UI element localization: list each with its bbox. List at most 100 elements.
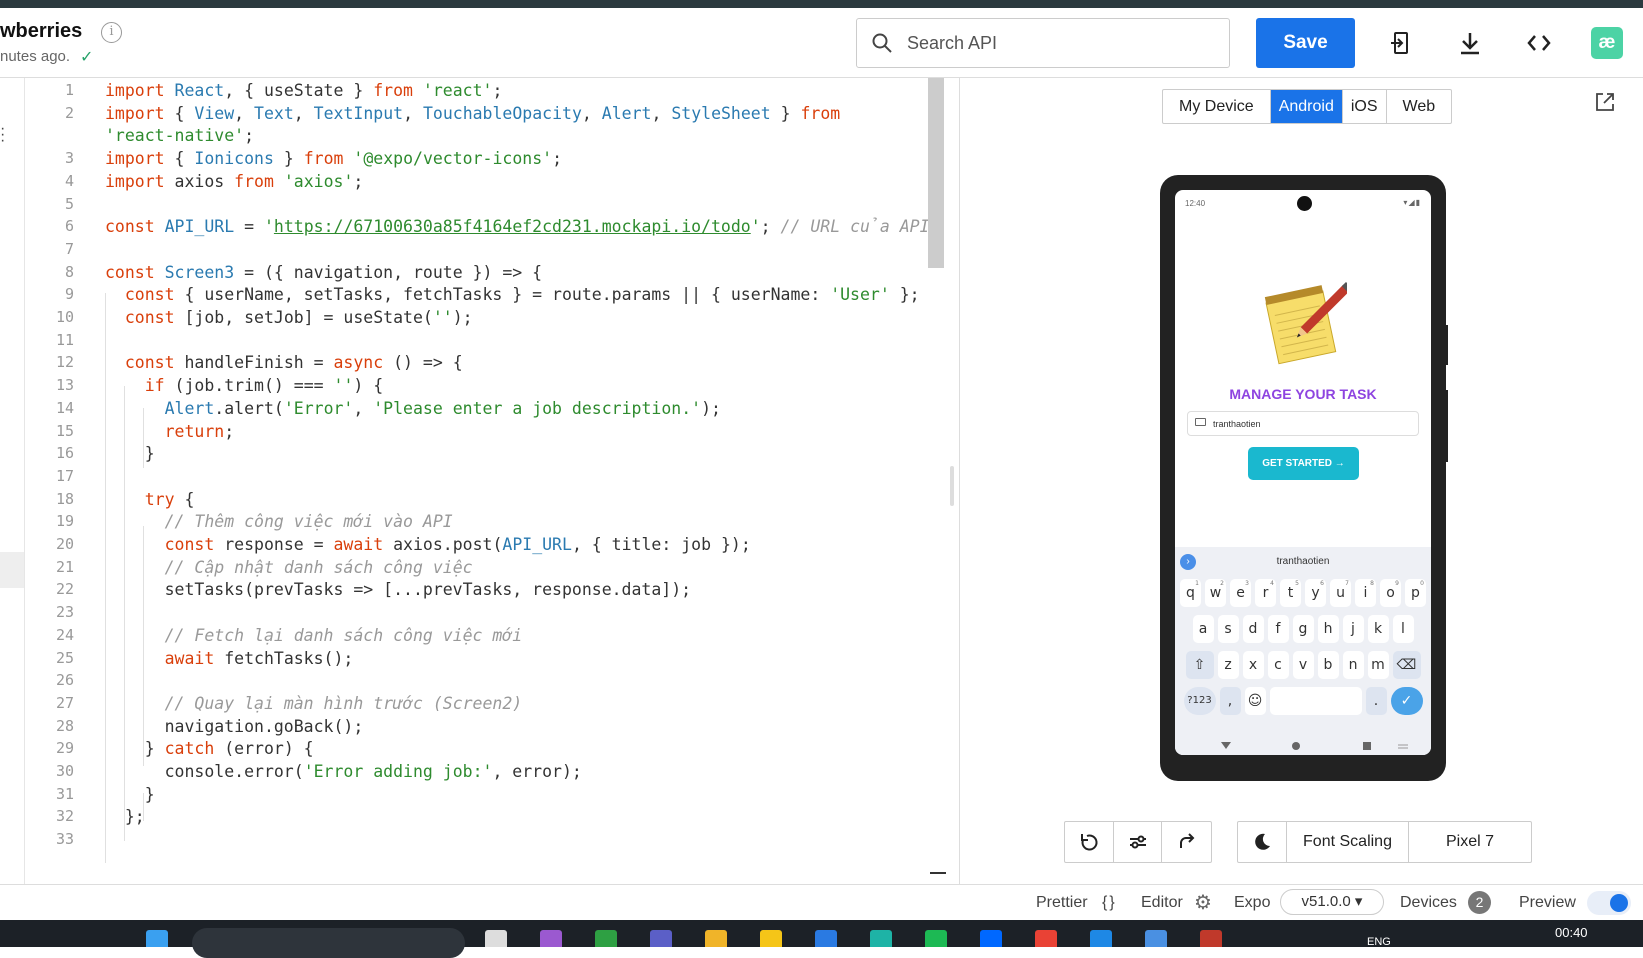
key-u[interactable]: u7 (1330, 579, 1351, 607)
app-icon[interactable] (485, 930, 507, 947)
key-k[interactable]: k (1367, 615, 1389, 643)
code-line[interactable]: 32 }; (0, 805, 928, 829)
tab-android[interactable]: Android (1270, 90, 1343, 123)
code-line[interactable]: 15 return; (0, 420, 928, 444)
key-g[interactable]: g (1292, 615, 1314, 643)
code-line[interactable]: 14 Alert.alert('Error', 'Please enter a … (0, 397, 928, 421)
code-line[interactable]: 33 (0, 828, 928, 852)
code-line[interactable]: 11 (0, 329, 928, 353)
project-title[interactable]: wberries (0, 20, 82, 43)
edge-icon[interactable] (870, 930, 892, 947)
comma-key[interactable]: , (1219, 687, 1241, 715)
code-line[interactable]: 5 (0, 193, 928, 217)
save-button[interactable]: Save (1256, 18, 1355, 68)
platform-selector[interactable]: My Device Android iOS Web (1162, 89, 1453, 124)
tab-web[interactable]: Web (1387, 90, 1452, 123)
key-m[interactable]: m (1367, 651, 1389, 679)
spotify-icon[interactable] (925, 930, 947, 947)
code-line[interactable]: 2 import { View, Text, TextInput, Touchab… (0, 102, 928, 126)
pane-splitter[interactable] (950, 466, 954, 506)
space-key[interactable] (1269, 687, 1362, 715)
zalo-icon[interactable] (980, 930, 1002, 947)
get-started-button[interactable]: GET STARTED → (1248, 447, 1359, 480)
code-line[interactable]: 'react-native'; (0, 124, 928, 148)
key-n[interactable]: n (1342, 651, 1364, 679)
device-screen[interactable]: 12:40 ▾◢▮ MANAGE YOUR TASK tranthaotien … (1175, 190, 1431, 755)
info-icon[interactable]: i (101, 22, 122, 43)
key-p[interactable]: p0 (1405, 579, 1426, 607)
gear-icon[interactable]: ⚙ (1194, 890, 1212, 915)
notes-icon[interactable] (760, 930, 782, 947)
onscreen-keyboard[interactable]: › tranthaotien q1w2e3r4t5y6u7i8o9p0 asdf… (1175, 547, 1431, 755)
username-input[interactable]: tranthaotien (1187, 411, 1419, 436)
tab-my-device[interactable]: My Device (1163, 90, 1271, 123)
teams-icon[interactable] (650, 930, 672, 947)
minimize-icon[interactable] (930, 872, 946, 874)
key-o[interactable]: o9 (1380, 579, 1401, 607)
editor-button[interactable]: Editor (1141, 894, 1183, 912)
code-line[interactable]: 23 (0, 601, 928, 625)
key-x[interactable]: x (1242, 651, 1264, 679)
code-line[interactable]: 26 (0, 669, 928, 693)
reload-icon[interactable] (1065, 822, 1114, 862)
import-icon[interactable] (1386, 28, 1416, 58)
vscode-icon[interactable] (1090, 930, 1112, 947)
key-b[interactable]: b (1317, 651, 1339, 679)
backspace-key[interactable]: ⌫ (1392, 651, 1421, 679)
prettier-braces-icon[interactable]: {} (1102, 894, 1117, 912)
key-q[interactable]: q1 (1180, 579, 1201, 607)
code-line[interactable]: 22 setTasks(prevTasks => [...prevTasks, … (0, 578, 928, 602)
clock[interactable]: 00:40 (1555, 925, 1588, 940)
app-icon[interactable] (595, 930, 617, 947)
code-line[interactable]: 27 // Quay lại màn hình trước (Screen2) (0, 692, 928, 716)
app-icon[interactable] (1200, 930, 1222, 947)
emoji-key[interactable]: ☺ (1244, 687, 1266, 715)
key-h[interactable]: h (1317, 615, 1339, 643)
key-l[interactable]: l (1392, 615, 1414, 643)
code-line[interactable]: 10 const [job, setJob] = useState(''); (0, 306, 928, 330)
code-line[interactable]: 17 (0, 465, 928, 489)
code-line[interactable]: 28 navigation.goBack(); (0, 715, 928, 739)
taskbar-search[interactable] (192, 928, 465, 958)
suggestion-word[interactable]: tranthaotien (1175, 556, 1431, 567)
code-line[interactable]: 3 import { Ionicons } from '@expo/vector-… (0, 147, 928, 171)
store-icon[interactable] (815, 930, 837, 947)
code-line[interactable]: 13 if (job.trim() === '') { (0, 374, 928, 398)
search-api[interactable] (856, 18, 1230, 68)
prettier-button[interactable]: Prettier (1036, 894, 1088, 912)
key-r[interactable]: r4 (1255, 579, 1276, 607)
key-t[interactable]: t5 (1280, 579, 1301, 607)
device-select[interactable]: Pixel 7 (1409, 822, 1531, 862)
code-line[interactable]: 24 // Fetch lại danh sách công việc mới (0, 624, 928, 648)
code-line[interactable]: 6 const API_URL = 'https://67100630a85f41… (0, 215, 930, 239)
key-f[interactable]: f (1267, 615, 1289, 643)
enter-key[interactable]: ✓ (1390, 687, 1423, 715)
code-line[interactable]: 29 } catch (error) { (0, 737, 928, 761)
code-line[interactable]: 12 const handleFinish = async () => { (0, 351, 928, 375)
shift-key[interactable]: ⇧ (1185, 651, 1214, 679)
snack-logo[interactable]: æ (1591, 27, 1623, 59)
app-icon[interactable] (540, 930, 562, 947)
key-a[interactable]: a (1192, 615, 1214, 643)
key-z[interactable]: z (1217, 651, 1239, 679)
font-scaling-button[interactable]: Font Scaling (1287, 822, 1409, 862)
code-line[interactable]: 21 // Cập nhật danh sách công việc (0, 556, 928, 580)
key-c[interactable]: c (1267, 651, 1289, 679)
code-line[interactable]: 7 (0, 238, 928, 262)
devices-button[interactable]: Devices (1400, 894, 1457, 912)
code-line[interactable]: 31 } (0, 783, 928, 807)
code-line[interactable]: 19 // Thêm công việc mới vào API (0, 510, 928, 534)
period-key[interactable]: . (1365, 687, 1387, 715)
preview-toggle[interactable] (1587, 891, 1631, 915)
code-line[interactable]: 25 await fetchTasks(); (0, 647, 928, 671)
key-i[interactable]: i8 (1355, 579, 1376, 607)
expo-version-select[interactable]: v51.0.0 ▾ (1280, 889, 1384, 915)
key-s[interactable]: s (1217, 615, 1239, 643)
editor-scrollbar[interactable] (928, 78, 944, 268)
app-icon[interactable] (1145, 930, 1167, 947)
code-line[interactable]: 8 const Screen3 = ({ navigation, route })… (0, 261, 928, 285)
search-input[interactable] (907, 29, 1207, 57)
code-editor[interactable]: · · · 1 import React, { useState } from 're… (0, 78, 960, 884)
language-indicator[interactable]: ENG (1367, 936, 1391, 948)
code-line[interactable]: 20 const response = await axios.post(API… (0, 533, 928, 557)
